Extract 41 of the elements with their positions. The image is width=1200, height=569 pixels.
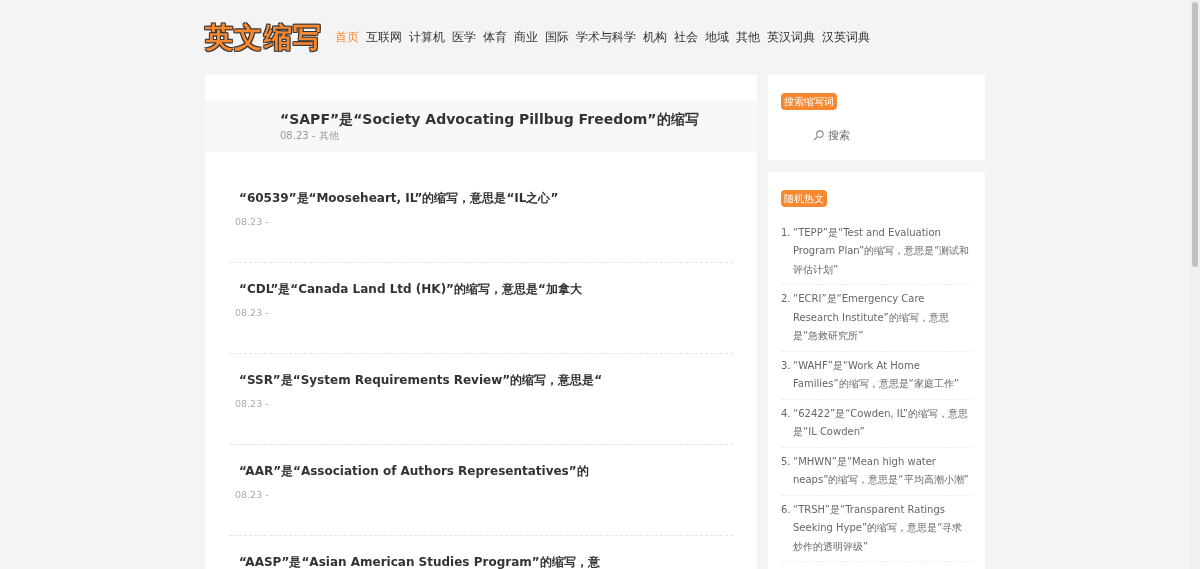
list-number: 5. bbox=[781, 454, 792, 469]
post-title[interactable]: “AASP”是“Asian American Studies Program”的缩写，意 bbox=[229, 553, 733, 569]
nav-link[interactable]: 社会 bbox=[673, 28, 698, 47]
nav-link[interactable]: 地域 bbox=[704, 28, 729, 47]
nav-link[interactable]: 体育 bbox=[482, 28, 507, 47]
widget-title: 随机热文 bbox=[781, 189, 827, 207]
nav-link[interactable]: 汉英词典 bbox=[821, 28, 870, 47]
nav-link[interactable]: 其他 bbox=[735, 28, 760, 47]
nav-link[interactable]: 机构 bbox=[642, 28, 667, 47]
post-title[interactable]: “60539”是“Mooseheart, IL”的缩写，意思是“IL之心” bbox=[229, 189, 733, 207]
random-post-link[interactable]: “ECRI”是“Emergency Care Research Institute”的缩写，意思是“急救研究所” bbox=[793, 290, 972, 346]
random-post-link[interactable]: “MHWN”是“Mean high water neaps”的缩写，意思是“平均高潮小潮” bbox=[793, 452, 972, 490]
scrollbar[interactable] bbox=[1190, 0, 1200, 569]
list-number: 2. bbox=[781, 292, 792, 307]
post-meta: 08.23 - bbox=[234, 215, 270, 229]
search-icon bbox=[813, 130, 824, 142]
random-post-link[interactable]: “TRSH”是“Transparent Ratings Seeking Hype”的缩写，意思是“寻求炒作的透明评级” bbox=[793, 500, 972, 557]
list-number: 4. bbox=[781, 406, 792, 421]
post-title[interactable]: “CDL”是“Canada Land Ltd (HK)”的缩写，意思是“加拿大 bbox=[229, 280, 733, 298]
nav-link[interactable]: 互联网 bbox=[365, 28, 402, 47]
post-meta: 08.23 - bbox=[234, 397, 270, 411]
nav-link[interactable]: 医学 bbox=[451, 28, 476, 47]
nav-link[interactable]: 英汉词典 bbox=[766, 28, 815, 47]
widget-title: 搜索缩写词 bbox=[781, 93, 837, 110]
nav-link[interactable]: 国际 bbox=[544, 28, 569, 47]
post-meta: 08.23 - 其他 bbox=[280, 128, 340, 143]
random-post-link[interactable]: “WAHF”是“Work At Home Families”的缩写，意思是“家庭工作” bbox=[793, 356, 972, 394]
random-post-link[interactable]: “62422”是“Cowden, IL”的缩写，意思是“IL Cowden” bbox=[793, 404, 972, 442]
nav-link[interactable]: 学术与科学 bbox=[575, 28, 636, 47]
nav-link[interactable]: 商业 bbox=[513, 28, 538, 47]
random-post-link[interactable]: “TEPP”是“Test and Evaluation Program Plan”的缩写，意思是“测试和评估计划” bbox=[793, 223, 972, 280]
list-number: 6. bbox=[781, 502, 792, 517]
post-title[interactable]: “SSR”是“System Requirements Review”的缩写，意思是“ bbox=[229, 371, 733, 389]
nav-link[interactable]: 计算机 bbox=[408, 28, 445, 47]
post-meta: 08.23 - bbox=[234, 306, 270, 320]
search-field[interactable]: 搜索 bbox=[828, 128, 968, 144]
featured-post-title[interactable]: “SAPF”是“Society Advocating Pillbug Freedom”的缩写 bbox=[280, 109, 749, 128]
post-meta: 08.23 - bbox=[234, 488, 270, 502]
list-number: 3. bbox=[781, 358, 792, 373]
list-number: 1. bbox=[781, 225, 792, 240]
post-title[interactable]: “AAR”是“Association of Authors Representatives”的 bbox=[229, 462, 733, 480]
